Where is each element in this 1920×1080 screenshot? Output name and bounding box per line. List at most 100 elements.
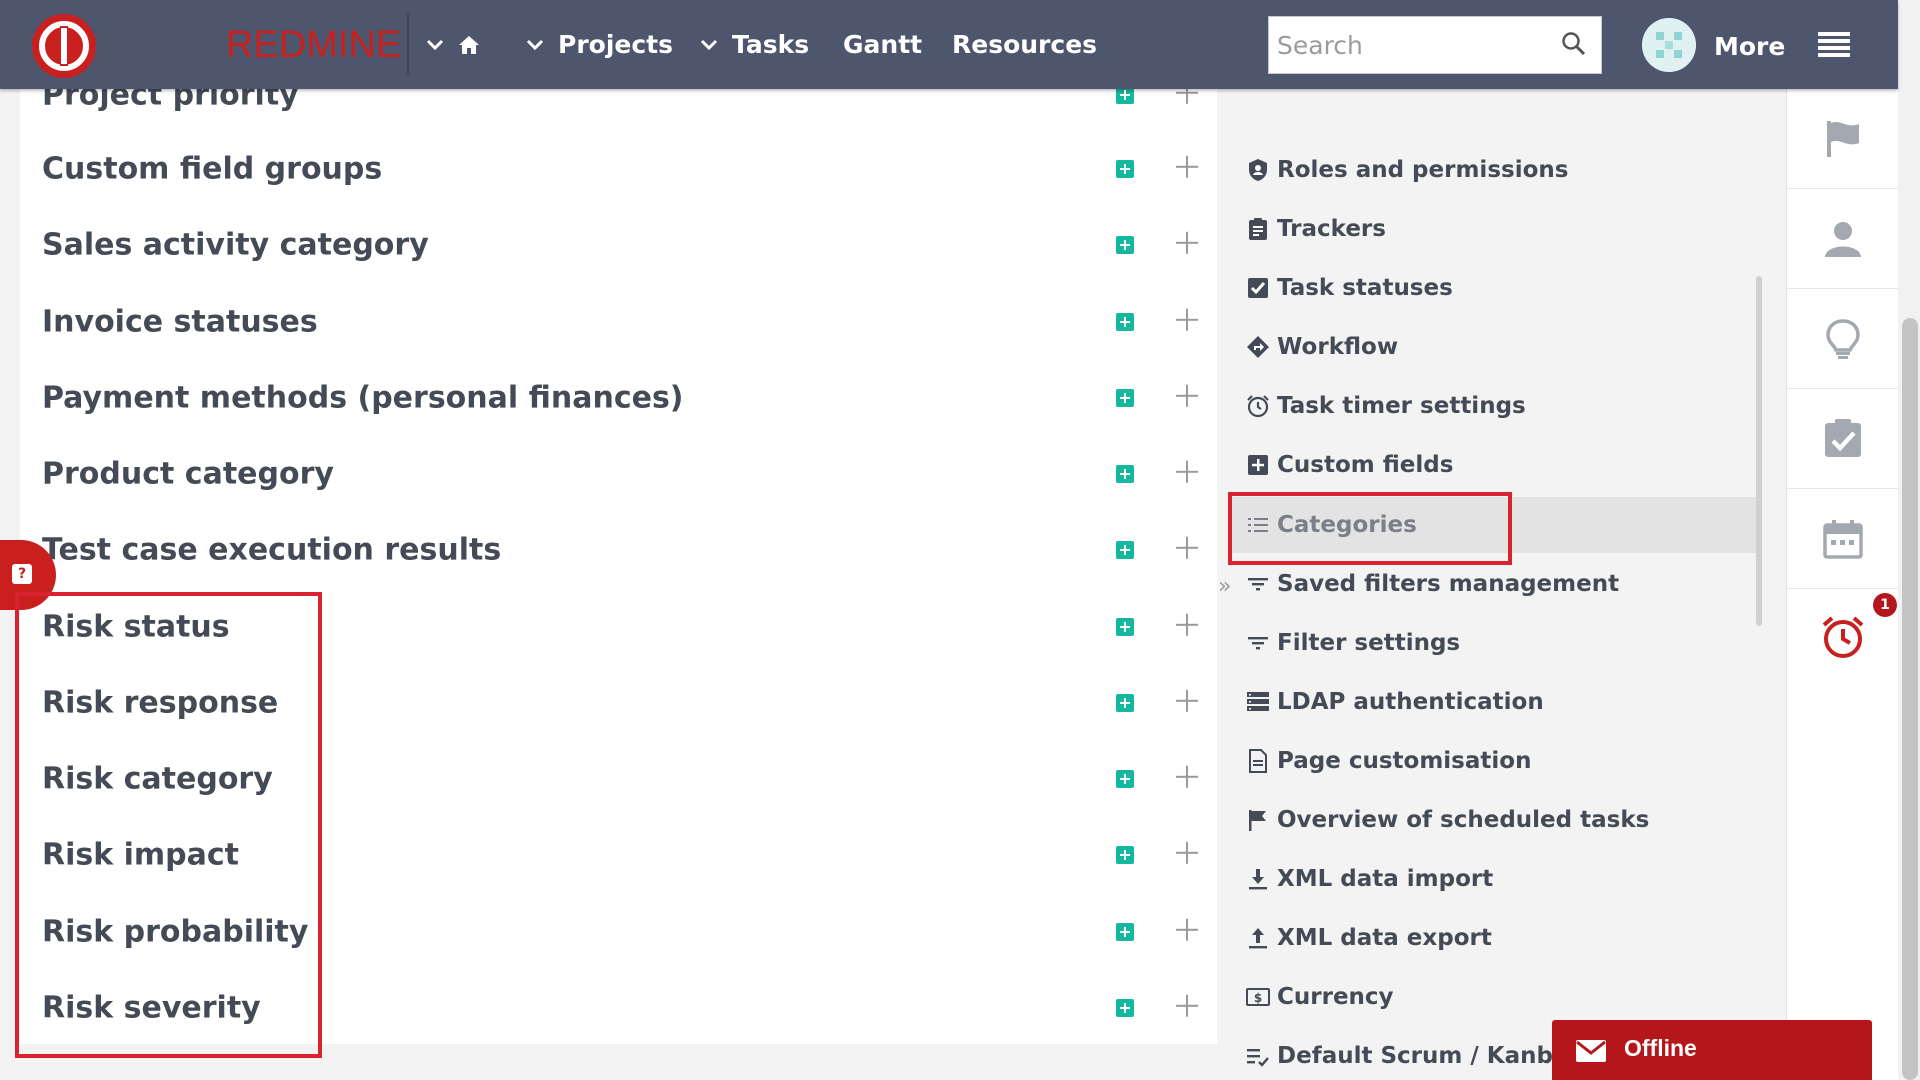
plus-icon[interactable] bbox=[1176, 994, 1198, 1017]
menu-item-label: XML data export bbox=[1277, 925, 1492, 951]
add-item-icon[interactable] bbox=[1116, 236, 1134, 254]
add-item-icon[interactable] bbox=[1116, 89, 1134, 104]
list-item: Product category bbox=[20, 436, 1217, 512]
plus-icon[interactable] bbox=[1176, 460, 1198, 483]
plus-icon[interactable] bbox=[1176, 308, 1198, 331]
add-item-icon[interactable] bbox=[1116, 694, 1134, 712]
menu-item-custom-fields[interactable]: Custom fields bbox=[1232, 437, 1760, 493]
upload-icon bbox=[1249, 928, 1267, 949]
menu-item-label: Categories bbox=[1277, 512, 1417, 538]
menu-item-filter-settings[interactable]: Filter settings bbox=[1232, 615, 1760, 671]
plus-icon[interactable] bbox=[1176, 536, 1198, 559]
currency-icon: $ bbox=[1246, 988, 1270, 1006]
settings-menu: Roles and permissions Trackers Task stat… bbox=[1232, 89, 1768, 1080]
menu-item-trackers[interactable]: Trackers bbox=[1232, 201, 1760, 257]
menu-item-categories[interactable]: Categories bbox=[1232, 497, 1760, 553]
menu-item-ldap-authentication[interactable]: LDAP authentication bbox=[1232, 674, 1760, 730]
strip-user-button[interactable] bbox=[1787, 189, 1899, 289]
nav-gantt-label: Gantt bbox=[843, 30, 923, 59]
plus-icon[interactable] bbox=[1176, 765, 1198, 788]
list-item-label[interactable]: Risk status bbox=[42, 610, 230, 645]
nav-gantt[interactable]: Gantt bbox=[843, 0, 922, 89]
menu-item-xml-data-export[interactable]: XML data export bbox=[1232, 910, 1760, 966]
plus-icon[interactable] bbox=[1176, 841, 1198, 864]
plus-icon[interactable] bbox=[1176, 918, 1198, 941]
nav-home[interactable] bbox=[426, 0, 480, 89]
strip-calendar-button[interactable] bbox=[1787, 489, 1899, 589]
list-icon bbox=[1248, 518, 1268, 532]
add-item-icon[interactable] bbox=[1116, 770, 1134, 788]
plus-icon[interactable] bbox=[1176, 89, 1198, 104]
menu-item-label: Page customisation bbox=[1277, 748, 1532, 774]
menu-item-workflow[interactable]: Workflow bbox=[1232, 319, 1760, 375]
menu-item-task-statuses[interactable]: Task statuses bbox=[1232, 260, 1760, 316]
menu-item-roles-and-permissions[interactable]: Roles and permissions bbox=[1232, 142, 1760, 198]
redmine-logo-icon[interactable] bbox=[32, 14, 96, 78]
calendar-icon bbox=[1823, 520, 1863, 559]
list-item-label[interactable]: Sales activity category bbox=[42, 228, 429, 263]
add-item-icon[interactable] bbox=[1116, 389, 1134, 407]
list-item-label[interactable]: Invoice statuses bbox=[42, 305, 318, 340]
menu-item-xml-data-import[interactable]: XML data import bbox=[1232, 851, 1760, 907]
list-item-label[interactable]: Project priority bbox=[42, 89, 299, 113]
avatar[interactable] bbox=[1642, 18, 1696, 72]
strip-timer-button[interactable]: 1 bbox=[1787, 589, 1899, 689]
offline-chat-label: Offline bbox=[1624, 1035, 1697, 1061]
list-item: Test case execution results bbox=[20, 512, 1217, 588]
add-item-icon[interactable] bbox=[1116, 465, 1134, 483]
avatar-pattern-icon bbox=[1642, 18, 1696, 72]
plus-icon[interactable] bbox=[1176, 613, 1198, 636]
menu-item-page-customisation[interactable]: Page customisation bbox=[1232, 733, 1760, 789]
add-item-icon[interactable] bbox=[1116, 160, 1134, 178]
menu-item-saved-filters-management[interactable]: Saved filters management bbox=[1232, 556, 1760, 612]
list-item: Sales activity category bbox=[20, 207, 1217, 283]
search-input[interactable] bbox=[1269, 17, 1559, 73]
list-item-label[interactable]: Custom field groups bbox=[42, 152, 382, 187]
nav-resources[interactable]: Resources bbox=[952, 0, 1097, 89]
more-menu[interactable]: More bbox=[1714, 0, 1785, 93]
list-item-label[interactable]: Risk probability bbox=[42, 915, 308, 950]
nav-projects[interactable]: Projects bbox=[526, 0, 673, 89]
menu-item-overview-of-scheduled-tasks[interactable]: Overview of scheduled tasks bbox=[1232, 792, 1760, 848]
list-item-label[interactable]: Payment methods (personal finances) bbox=[42, 381, 684, 416]
expand-sidebar-icon[interactable]: » bbox=[1218, 574, 1231, 599]
menu-item-currency[interactable]: $ Currency bbox=[1232, 969, 1760, 1025]
divider bbox=[407, 14, 409, 74]
chevron-down-icon[interactable] bbox=[426, 36, 444, 54]
list-item: Risk status bbox=[20, 589, 1217, 665]
home-icon[interactable] bbox=[458, 35, 480, 55]
flag-icon bbox=[1249, 810, 1266, 831]
list-item-label[interactable]: Test case execution results bbox=[42, 533, 501, 568]
add-item-icon[interactable] bbox=[1116, 999, 1134, 1017]
menu-item-label: Custom fields bbox=[1277, 452, 1454, 478]
hamburger-menu-icon[interactable] bbox=[1818, 32, 1850, 57]
list-item-label[interactable]: Risk response bbox=[42, 686, 278, 721]
question-icon: ? bbox=[12, 564, 32, 584]
add-item-icon[interactable] bbox=[1116, 923, 1134, 941]
filter-icon bbox=[1248, 637, 1268, 650]
plus-icon[interactable] bbox=[1176, 384, 1198, 407]
menu-item-task-timer-settings[interactable]: Task timer settings bbox=[1232, 378, 1760, 434]
offline-chat-button[interactable]: Offline bbox=[1552, 1020, 1872, 1080]
list-item-label[interactable]: Risk impact bbox=[42, 838, 239, 873]
add-item-icon[interactable] bbox=[1116, 313, 1134, 331]
menu-scrollbar[interactable] bbox=[1756, 276, 1762, 626]
plus-icon[interactable] bbox=[1176, 689, 1198, 712]
top-navigation-bar: REDMINE Projects Tasks Gantt Resources S… bbox=[0, 0, 1898, 89]
page-scrollbar-thumb[interactable] bbox=[1902, 318, 1918, 1080]
strip-flag-button[interactable] bbox=[1787, 89, 1899, 189]
add-item-icon[interactable] bbox=[1116, 541, 1134, 559]
add-item-icon[interactable] bbox=[1116, 618, 1134, 636]
brand-name[interactable]: REDMINE bbox=[226, 24, 401, 67]
list-item-label[interactable]: Product category bbox=[42, 457, 334, 492]
add-item-icon[interactable] bbox=[1116, 846, 1134, 864]
search-icon[interactable] bbox=[1561, 31, 1587, 57]
plus-icon[interactable] bbox=[1176, 231, 1198, 254]
list-item-label[interactable]: Risk severity bbox=[42, 991, 261, 1026]
svg-text:$: $ bbox=[1254, 991, 1262, 1005]
strip-tasks-button[interactable] bbox=[1787, 389, 1899, 489]
plus-icon[interactable] bbox=[1176, 155, 1198, 178]
list-item-label[interactable]: Risk category bbox=[42, 762, 273, 797]
strip-idea-button[interactable] bbox=[1787, 289, 1899, 389]
nav-tasks[interactable]: Tasks bbox=[700, 0, 809, 89]
